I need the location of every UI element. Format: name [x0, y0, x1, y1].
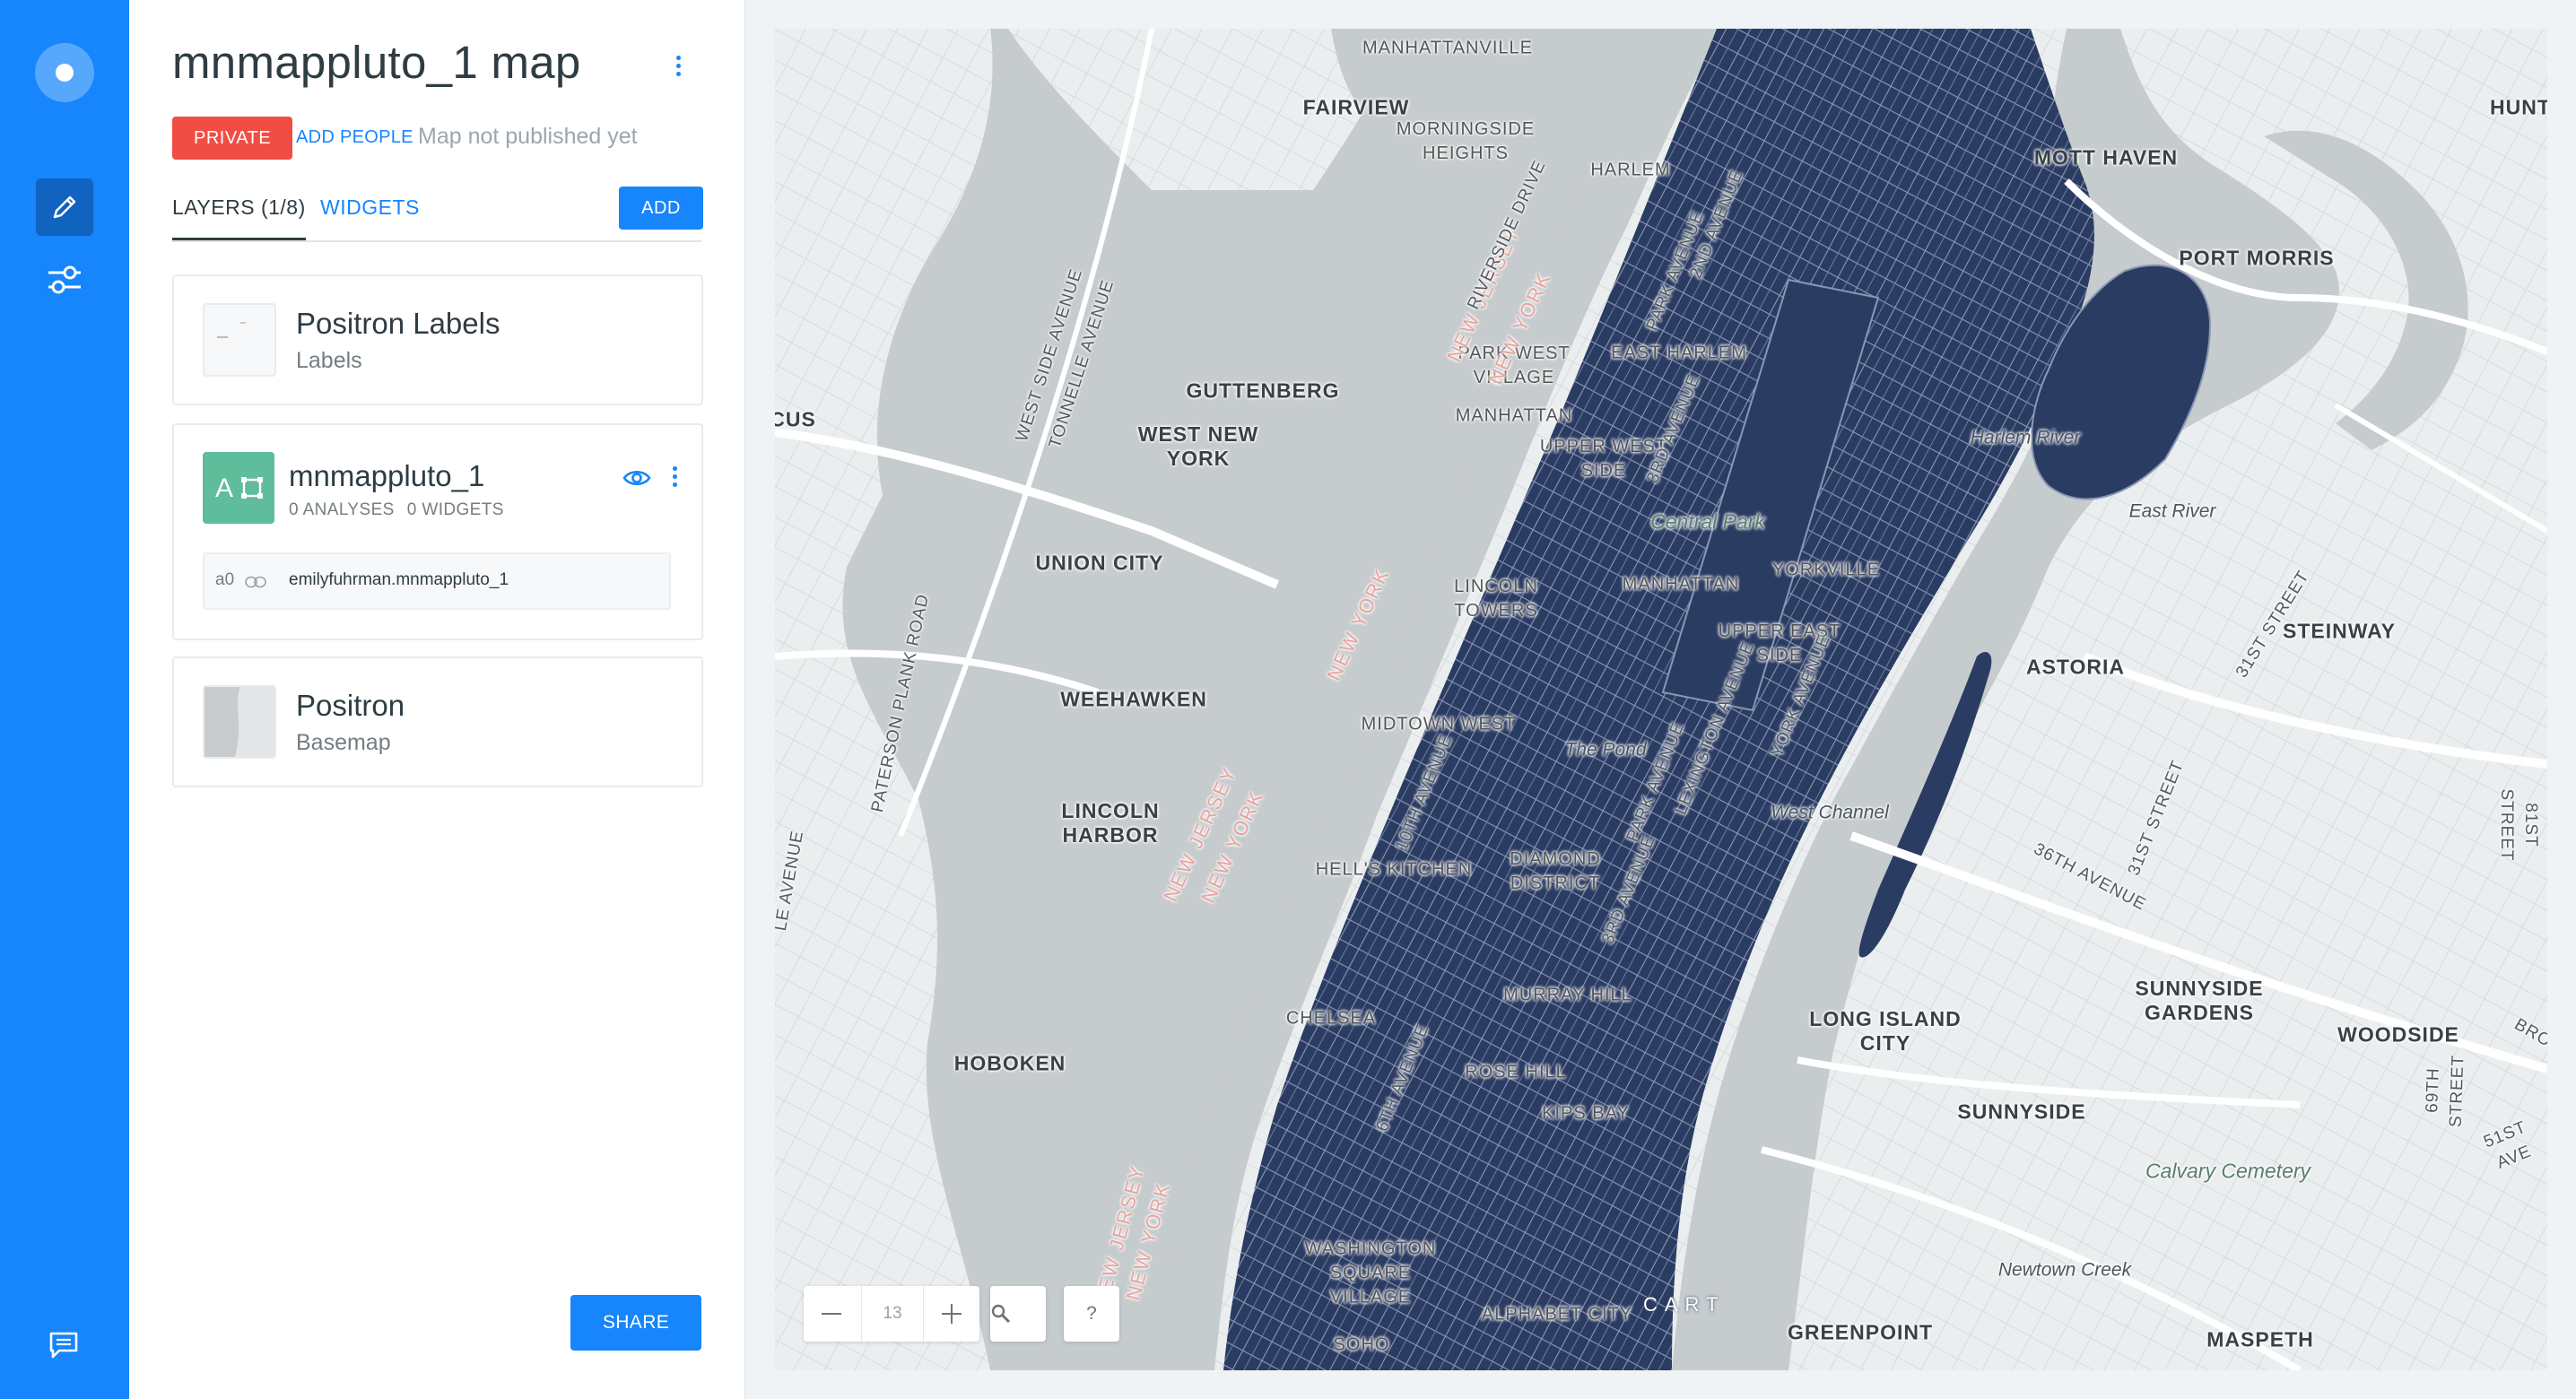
- layer-meta: 0 ANALYSES 0 WIDGETS: [289, 500, 504, 520]
- map-label: LINCOLN TOWERS: [1454, 577, 1538, 621]
- map-label: ASTORIA: [2025, 655, 2126, 679]
- map-label: Calvary Cemetery: [2145, 1159, 2311, 1183]
- map-label: Central Park: [1650, 509, 1765, 534]
- map-label: ALPHABET CITY: [1481, 1304, 1633, 1325]
- map-label: YORKVILLE: [1771, 560, 1881, 580]
- tabs-divider: [172, 240, 701, 242]
- map-label: Harlem River: [1970, 427, 2081, 448]
- map-label: HOBOKEN: [953, 1051, 1066, 1075]
- layer-options-icon[interactable]: [673, 466, 677, 491]
- map-label: SOHO: [1333, 1334, 1390, 1355]
- layer-card-data[interactable]: A mnmappluto_1 0 ANALYSES 0 WIDGETS a0 e…: [172, 423, 703, 640]
- map-label: The Pond: [1564, 739, 1647, 760]
- map-label: LONG ISLAND CITY: [1809, 1007, 1962, 1055]
- map-label: DIAMOND DISTRICT: [1510, 849, 1601, 893]
- map-label: MURRAY HILL: [1503, 985, 1632, 1005]
- more-options-icon[interactable]: [676, 56, 681, 80]
- layer-thumbnail: [203, 303, 276, 377]
- map-label: ROSE HILL: [1465, 1062, 1567, 1082]
- tab-layers[interactable]: LAYERS (1/8): [172, 196, 306, 241]
- map-label: KIPS BAY: [1542, 1103, 1630, 1124]
- layer-card-labels[interactable]: Positron Labels Labels: [172, 274, 703, 405]
- map-label: LINCOLN HARBOR: [1061, 799, 1160, 847]
- map-label: HELL'S KITCHEN: [1315, 859, 1473, 880]
- zoom-control: 13: [804, 1286, 979, 1342]
- map-label: MANHATTAN: [1622, 574, 1740, 595]
- zoom-in-button[interactable]: [924, 1286, 979, 1342]
- map-label: WEST NEW YORK: [1137, 422, 1259, 470]
- pencil-icon[interactable]: [36, 178, 93, 236]
- polygon-icon: [241, 477, 263, 499]
- privacy-button[interactable]: PRIVATE: [172, 117, 293, 160]
- map-label: MANHATTANVILLE: [1362, 38, 1533, 58]
- add-layer-button[interactable]: ADD: [619, 187, 703, 230]
- share-button[interactable]: SHARE: [570, 1295, 701, 1351]
- map-label: 69TH STREET: [2423, 1054, 2468, 1128]
- source-dataset-name: emilyfuhrman.mnmappluto_1: [289, 570, 509, 589]
- map-label: MOTT HAVEN: [2033, 145, 2179, 169]
- layer-name[interactable]: Positron: [296, 689, 405, 723]
- layer-type: Basemap: [296, 730, 391, 755]
- add-people-link[interactable]: ADD PEOPLE: [296, 127, 413, 148]
- link-icon: [245, 576, 266, 588]
- layer-letter: A: [215, 474, 234, 503]
- map-label: FAIRVIEW: [1302, 95, 1410, 119]
- help-button[interactable]: ?: [1064, 1286, 1119, 1342]
- map-title[interactable]: mnmappluto_1 map: [172, 36, 581, 89]
- zoom-out-button[interactable]: [804, 1286, 859, 1342]
- map-label: EAST HARLEM: [1611, 343, 1747, 363]
- feedback-icon[interactable]: [48, 1331, 79, 1364]
- map-canvas[interactable]: MANHATTANVILLE FAIRVIEW MORNINGSIDE HEIG…: [775, 29, 2547, 1370]
- app-rail: [0, 0, 129, 1399]
- map-label: SUNNYSIDE GARDENS: [2135, 977, 2264, 1024]
- search-button[interactable]: [990, 1286, 1046, 1342]
- layer-source-row[interactable]: a0 emilyfuhrman.mnmappluto_1: [203, 552, 671, 610]
- map-label: WASHINGTON SQUARE VILLAGE: [1304, 1238, 1437, 1308]
- analyses-count: 0 ANALYSES: [289, 500, 395, 519]
- map-label: PORT MORRIS: [2179, 246, 2335, 270]
- map-attribution[interactable]: CART: [1643, 1293, 1726, 1316]
- map-label: MORNINGSIDE HEIGHTS: [1396, 119, 1536, 163]
- map-label: UNION CITY: [1035, 551, 1164, 575]
- map-label: HARLEM: [1590, 160, 1671, 180]
- zoom-level: 13: [861, 1286, 924, 1342]
- map-label: CUS: [775, 407, 816, 431]
- map-label: West Channel: [1771, 802, 1889, 823]
- eye-icon[interactable]: [622, 468, 651, 492]
- map-label: Newtown Creek: [1997, 1259, 2132, 1281]
- map-label: HUNT: [2490, 95, 2547, 119]
- map-label: WEEHAWKEN: [1060, 687, 1207, 711]
- source-node-id: a0: [215, 570, 235, 589]
- editor-panel: mnmappluto_1 map PRIVATE ADD PEOPLE Map …: [129, 0, 745, 1399]
- sliders-icon[interactable]: [47, 264, 83, 300]
- logo-icon[interactable]: [35, 43, 94, 102]
- map-label: GREENPOINT: [1787, 1320, 1934, 1344]
- layer-name[interactable]: Positron Labels: [296, 307, 500, 341]
- layer-letter-badge: A: [203, 452, 274, 524]
- search-icon: [991, 1304, 1011, 1324]
- layer-type: Labels: [296, 348, 362, 373]
- layer-card-basemap[interactable]: Positron Basemap: [172, 656, 703, 787]
- map-label: MASPETH: [2206, 1327, 2314, 1351]
- map-label: 81ST STREET: [2497, 788, 2540, 862]
- map-label: GUTTENBERG: [1186, 378, 1340, 403]
- layer-thumbnail: [203, 685, 276, 759]
- map-label: East River: [2128, 500, 2216, 522]
- map-label: MANHATTAN: [1455, 405, 1573, 426]
- publish-status: Map not published yet: [418, 124, 638, 149]
- map-label: STEINWAY: [2282, 619, 2397, 643]
- tab-widgets[interactable]: WIDGETS: [320, 196, 420, 220]
- widgets-count: 0 WIDGETS: [406, 500, 504, 519]
- map-label: SUNNYSIDE: [1957, 1099, 2086, 1124]
- layer-name[interactable]: mnmappluto_1: [289, 459, 484, 493]
- map-label: CHELSEA: [1285, 1008, 1377, 1029]
